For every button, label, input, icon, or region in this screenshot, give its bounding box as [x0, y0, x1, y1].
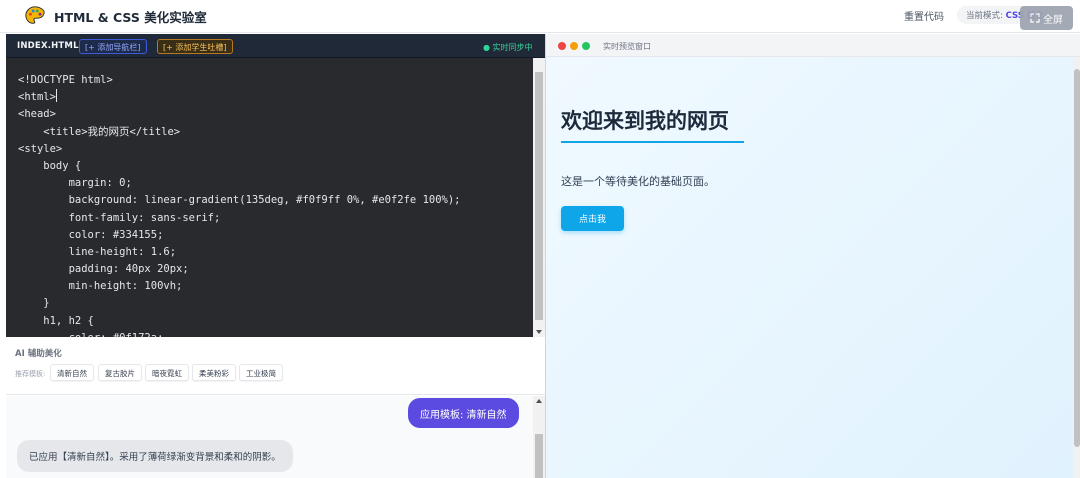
code-line: line-height: 1.6;: [18, 245, 177, 258]
code-line: <html>: [18, 91, 56, 104]
text-caret: [55, 89, 57, 103]
heading-underline: [561, 141, 744, 143]
chat-scrollbar[interactable]: [533, 396, 545, 478]
palette-icon: [25, 6, 45, 24]
preview-paragraph: 这是一个等待美化的基础页面。: [561, 175, 715, 188]
app-title: HTML & CSS 美化实验室: [54, 10, 207, 25]
code-line: color: #0f172a;: [18, 330, 530, 337]
fullscreen-label: 全屏: [1043, 14, 1063, 26]
mode-label: 当前模式:: [966, 11, 1003, 21]
preview-window-label: 实时预览窗口: [603, 42, 651, 51]
preview-pane: 实时预览窗口 欢迎来到我的网页 这是一个等待美化的基础页面。 点击我: [545, 34, 1080, 478]
code-line: font-family: sans-serif;: [18, 211, 221, 224]
ai-assist-panel: AI 辅助美化 推荐模板: 清新自然 复古胶片 暗夜霓虹 柔美粉彩 工业极简: [6, 337, 545, 395]
file-name: INDEX.HTML: [17, 41, 79, 51]
preset-chip-retro[interactable]: 复古胶片: [98, 364, 142, 381]
sync-status: ● 实时同步中: [483, 43, 533, 52]
reset-code-button[interactable]: 重置代码: [904, 8, 944, 23]
add-student-comment-button[interactable]: [+ 添加学生吐槽]: [157, 39, 233, 54]
code-line: background: linear-gradient(135deg, #f0f…: [18, 194, 461, 207]
fullscreen-icon: [1030, 13, 1040, 23]
code-line: }: [18, 297, 50, 310]
code-editor[interactable]: INDEX.HTML [+ 添加导航栏] [+ 添加学生吐槽] ● 实时同步中 …: [6, 34, 545, 337]
preset-chip-industrial[interactable]: 工业极简: [239, 364, 283, 381]
window-maximize-dot: [582, 42, 590, 50]
user-message: 应用模板: 清新自然: [408, 398, 519, 428]
chat-scroll-thumb[interactable]: [535, 434, 543, 478]
fullscreen-button[interactable]: 全屏: [1020, 6, 1073, 30]
editor-scrollbar[interactable]: [533, 58, 545, 337]
code-line: margin: 0;: [18, 177, 132, 190]
code-line: <title>我的网页</title>: [18, 125, 181, 138]
preview-scrollbar[interactable]: [1073, 57, 1080, 478]
preset-chip-neon[interactable]: 暗夜霓虹: [145, 364, 189, 381]
code-area[interactable]: <!DOCTYPE html> <html> <head> <title>我的网页<…: [18, 72, 530, 337]
preset-chip-fresh[interactable]: 清新自然: [50, 364, 94, 381]
ai-panel-title: AI 辅助美化: [15, 349, 62, 359]
preview-click-button[interactable]: 点击我: [561, 206, 624, 231]
code-line: padding: 40px 20px;: [18, 263, 189, 276]
scroll-up-icon[interactable]: [536, 399, 542, 403]
code-line: body {: [18, 159, 82, 172]
window-close-dot: [558, 42, 566, 50]
chat-log: 应用模板: 清新自然 已应用【清新自然】。采用了薄荷绿渐变背景和柔和的阴影。: [6, 396, 545, 478]
code-line: <!DOCTYPE html>: [18, 74, 113, 86]
preview-scroll-thumb[interactable]: [1074, 69, 1080, 447]
editor-scroll-thumb[interactable]: [535, 72, 543, 320]
code-line: h1, h2 {: [18, 314, 94, 327]
scroll-down-icon[interactable]: [536, 330, 542, 334]
editor-toolbar: INDEX.HTML [+ 添加导航栏] [+ 添加学生吐槽] ● 实时同步中: [6, 34, 545, 58]
preview-heading: 欢迎来到我的网页: [561, 109, 729, 133]
preset-chip-pastel[interactable]: 柔美粉彩: [192, 364, 236, 381]
add-nav-button[interactable]: [+ 添加导航栏]: [79, 39, 147, 54]
code-line: <head>: [18, 108, 56, 121]
window-minimize-dot: [570, 42, 578, 50]
code-line: color: #334155;: [18, 228, 164, 241]
ai-message: 已应用【清新自然】。采用了薄荷绿渐变背景和柔和的阴影。: [17, 440, 293, 472]
app-header: HTML & CSS 美化实验室 重置代码 当前模式: CSS 美化 全屏: [0, 0, 1080, 33]
preview-titlebar: 实时预览窗口: [546, 34, 1080, 57]
code-line: <style>: [18, 142, 63, 155]
preset-label: 推荐模板:: [15, 370, 46, 378]
preview-body: 欢迎来到我的网页 这是一个等待美化的基础页面。 点击我: [546, 57, 1080, 478]
code-line: min-height: 100vh;: [18, 280, 183, 293]
